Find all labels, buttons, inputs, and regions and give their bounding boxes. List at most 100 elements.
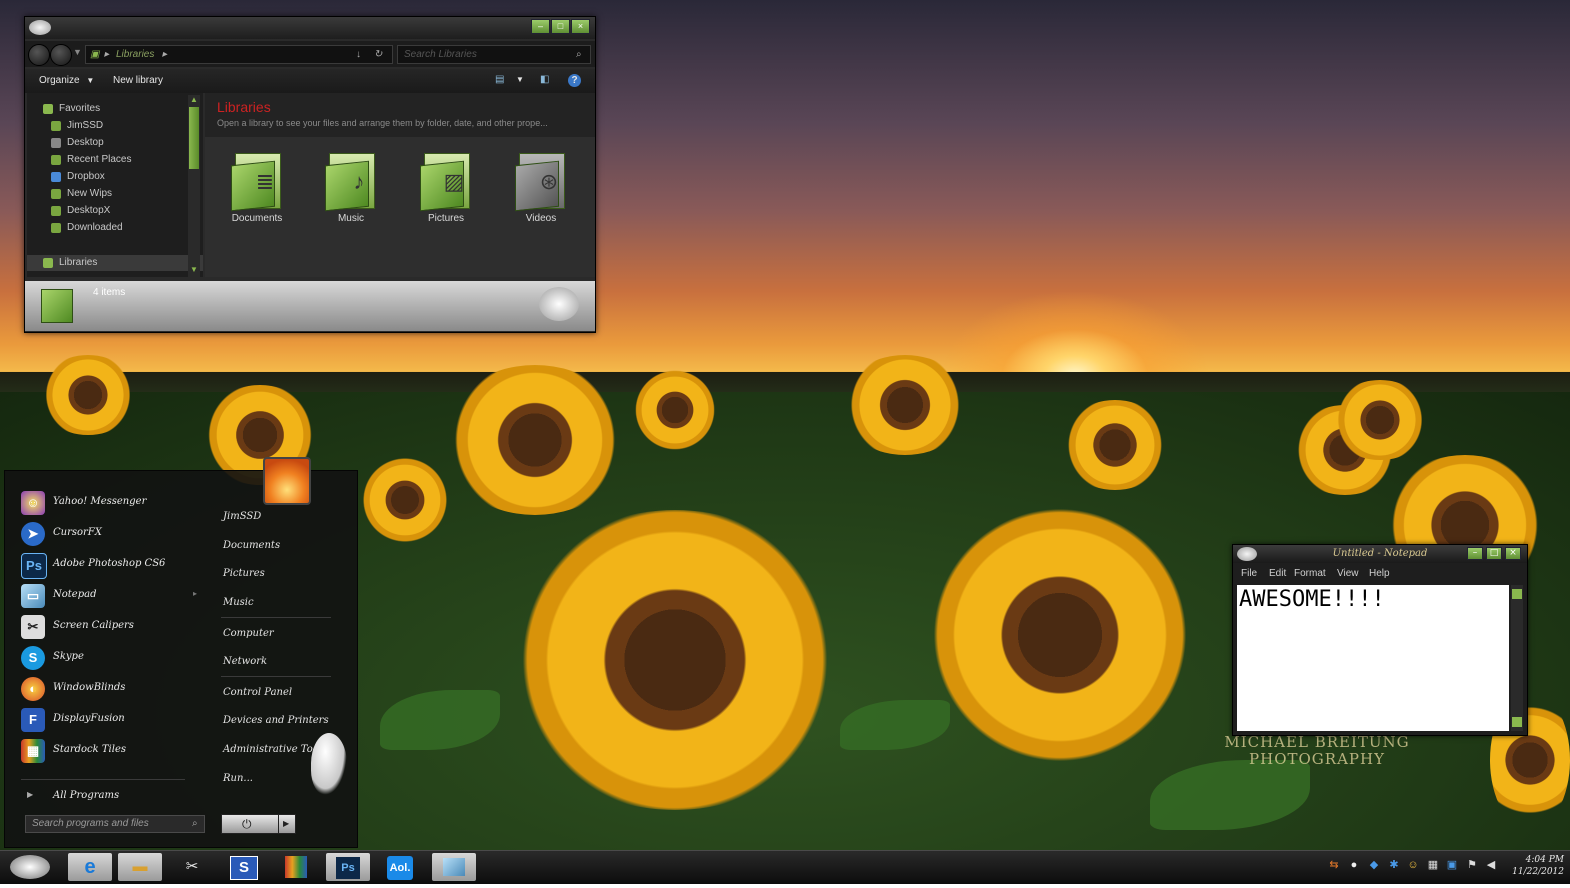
tray-messenger-icon[interactable]: ☺ (1407, 859, 1419, 871)
sidebar-item-downloaded[interactable]: Downloaded (27, 220, 203, 236)
forward-button[interactable] (50, 44, 72, 66)
sidebar-item-label: Downloaded (67, 222, 123, 233)
sidebar-item-new-wips[interactable]: New Wips (27, 186, 203, 202)
program-stardock-tiles[interactable]: ▦ Stardock Tiles (5, 737, 201, 765)
sidebar-libraries-header[interactable]: Libraries (27, 255, 203, 271)
library-pictures[interactable]: ▨ Pictures (406, 149, 486, 224)
notepad-scrollbar[interactable] (1511, 585, 1523, 731)
explorer-window[interactable]: – □ × ▼ ▣ ▸ Libraries ▸ ↓ ↻ Search Libra… (24, 16, 596, 333)
program-cursorfx[interactable]: ➤ CursorFX (5, 520, 201, 548)
program-displayfusion[interactable]: F DisplayFusion (5, 706, 201, 734)
scroll-down-icon[interactable]: ▼ (190, 265, 198, 274)
sidebar-item-jimssd[interactable]: JimSSD (27, 118, 203, 134)
star-icon (43, 104, 53, 114)
navigation-scrollbar[interactable]: ▲ ▼ (188, 95, 200, 277)
address-path[interactable]: Libraries (116, 46, 154, 63)
refresh-icon[interactable]: ↻ (374, 46, 382, 63)
view-options-chevron-icon[interactable]: ▼ (516, 75, 524, 84)
taskbar-file-explorer[interactable]: ▬ (118, 853, 162, 881)
library-videos[interactable]: ⊛ Videos (501, 149, 581, 224)
notepad-window[interactable]: Untitled - Notepad – □ × File Edit Forma… (1232, 544, 1528, 736)
notepad-text-area[interactable]: AWESOME!!!! (1237, 585, 1509, 731)
address-dropdown-icon[interactable]: ↓ (356, 46, 361, 63)
search-input[interactable]: Search Libraries ⌕ (397, 45, 591, 64)
place-devices-and-printers[interactable]: Devices and Printers (223, 711, 329, 731)
program-notepad[interactable]: ▭ Notepad ▸ (5, 582, 201, 610)
tray-arrows-icon[interactable]: ⇆ (1328, 859, 1340, 871)
sidebar-item-desktopx[interactable]: DesktopX (27, 203, 203, 219)
place-network[interactable]: Network (223, 652, 267, 672)
explorer-title-bar[interactable]: – □ × (25, 17, 595, 39)
back-button[interactable] (28, 44, 50, 66)
taskbar-stardock[interactable]: S (222, 853, 266, 881)
search-placeholder: Search Libraries (404, 49, 477, 60)
jump-list-arrow-icon[interactable]: ▸ (193, 589, 197, 598)
menu-edit[interactable]: Edit (1269, 565, 1286, 583)
shutdown-options-button[interactable]: ▶ (278, 814, 296, 834)
notepad-title-bar[interactable]: Untitled - Notepad – □ × (1233, 545, 1527, 563)
tray-dropbox-icon[interactable]: ◆ (1368, 859, 1380, 871)
tray-action-center-icon[interactable]: ⚑ (1466, 859, 1478, 871)
help-icon[interactable]: ? (568, 74, 581, 87)
place-jimssd[interactable]: JimSSD (223, 507, 261, 527)
taskbar-cursorfx[interactable]: ✂ (170, 853, 214, 881)
maximize-button[interactable]: □ (551, 19, 570, 34)
tray-app-icon[interactable]: ▦ (1427, 859, 1439, 871)
minimize-button[interactable]: – (531, 19, 550, 34)
shutdown-button[interactable]: ⏻ (221, 814, 279, 834)
tray-network-share-icon[interactable]: ✱ (1388, 859, 1400, 871)
start-button[interactable] (4, 853, 56, 881)
tray-display-icon[interactable]: ▣ (1446, 859, 1458, 871)
close-button[interactable]: × (571, 19, 590, 34)
start-menu[interactable]: ☺ Yahoo! Messenger ➤ CursorFX Ps Adobe P… (4, 457, 358, 848)
menu-help[interactable]: Help (1369, 565, 1390, 583)
start-search-input[interactable]: Search programs and files ⌕ (25, 815, 205, 833)
place-pictures[interactable]: Pictures (223, 564, 265, 584)
place-computer[interactable]: Computer (223, 624, 274, 644)
sidebar-item-recent-places[interactable]: Recent Places (27, 152, 203, 168)
place-run[interactable]: Run... (223, 769, 253, 789)
scroll-up-icon[interactable]: ▲ (190, 95, 198, 104)
sidebar-item-desktop[interactable]: Desktop (27, 135, 203, 151)
program-yahoo-messenger[interactable]: ☺ Yahoo! Messenger (5, 489, 201, 517)
address-bar[interactable]: ▣ ▸ Libraries ▸ ↓ ↻ (85, 45, 393, 64)
maximize-button[interactable]: □ (1486, 547, 1502, 560)
search-icon[interactable]: ⌕ (192, 816, 198, 832)
menu-view[interactable]: View (1337, 565, 1359, 583)
program-photoshop[interactable]: Ps Adobe Photoshop CS6 (5, 551, 201, 579)
menu-divider (21, 779, 185, 780)
taskbar-stardock-tiles[interactable] (274, 853, 318, 881)
place-control-panel[interactable]: Control Panel (223, 683, 292, 703)
tray-steam-icon[interactable]: ● (1348, 859, 1360, 871)
system-clock[interactable]: 4:04 PM 11/22/2012 (1500, 854, 1564, 878)
taskbar-aol[interactable]: Aol. (378, 853, 422, 881)
taskbar-internet-explorer[interactable]: e (68, 853, 112, 881)
sidebar-favorites-header[interactable]: Favorites (27, 101, 203, 117)
place-music[interactable]: Music (223, 593, 254, 613)
library-documents[interactable]: ≣ Documents (217, 149, 297, 224)
preview-pane-icon[interactable]: ◧ (540, 74, 549, 85)
volume-icon[interactable]: ◀ (1485, 859, 1497, 871)
taskbar-notepad[interactable] (432, 853, 476, 881)
scrollbar-thumb-bottom[interactable] (1512, 717, 1522, 727)
organize-button[interactable]: Organize ▼ (39, 75, 94, 86)
recent-pages-chevron-icon[interactable]: ▼ (73, 47, 82, 57)
user-picture[interactable] (263, 457, 311, 505)
program-screen-calipers[interactable]: ✂ Screen Calipers (5, 613, 201, 641)
menu-format[interactable]: Format (1294, 565, 1326, 583)
program-windowblinds[interactable]: ◐ WindowBlinds (5, 675, 201, 703)
scrollbar-thumb[interactable] (1512, 589, 1522, 599)
program-skype[interactable]: S Skype (5, 644, 201, 672)
library-music[interactable]: ♪ Music (311, 149, 391, 224)
place-documents[interactable]: Documents (223, 536, 280, 556)
close-button[interactable]: × (1505, 547, 1521, 560)
scrollbar-thumb[interactable] (189, 107, 199, 169)
all-programs-button[interactable]: ▶ All Programs (5, 783, 201, 811)
search-icon[interactable]: ⌕ (576, 46, 582, 63)
menu-file[interactable]: File (1241, 565, 1257, 583)
sidebar-item-dropbox[interactable]: Dropbox (27, 169, 203, 185)
minimize-button[interactable]: – (1467, 547, 1483, 560)
change-view-icon[interactable]: ▤ (495, 74, 504, 85)
taskbar-photoshop[interactable]: Ps (326, 853, 370, 881)
new-library-button[interactable]: New library (113, 75, 163, 86)
